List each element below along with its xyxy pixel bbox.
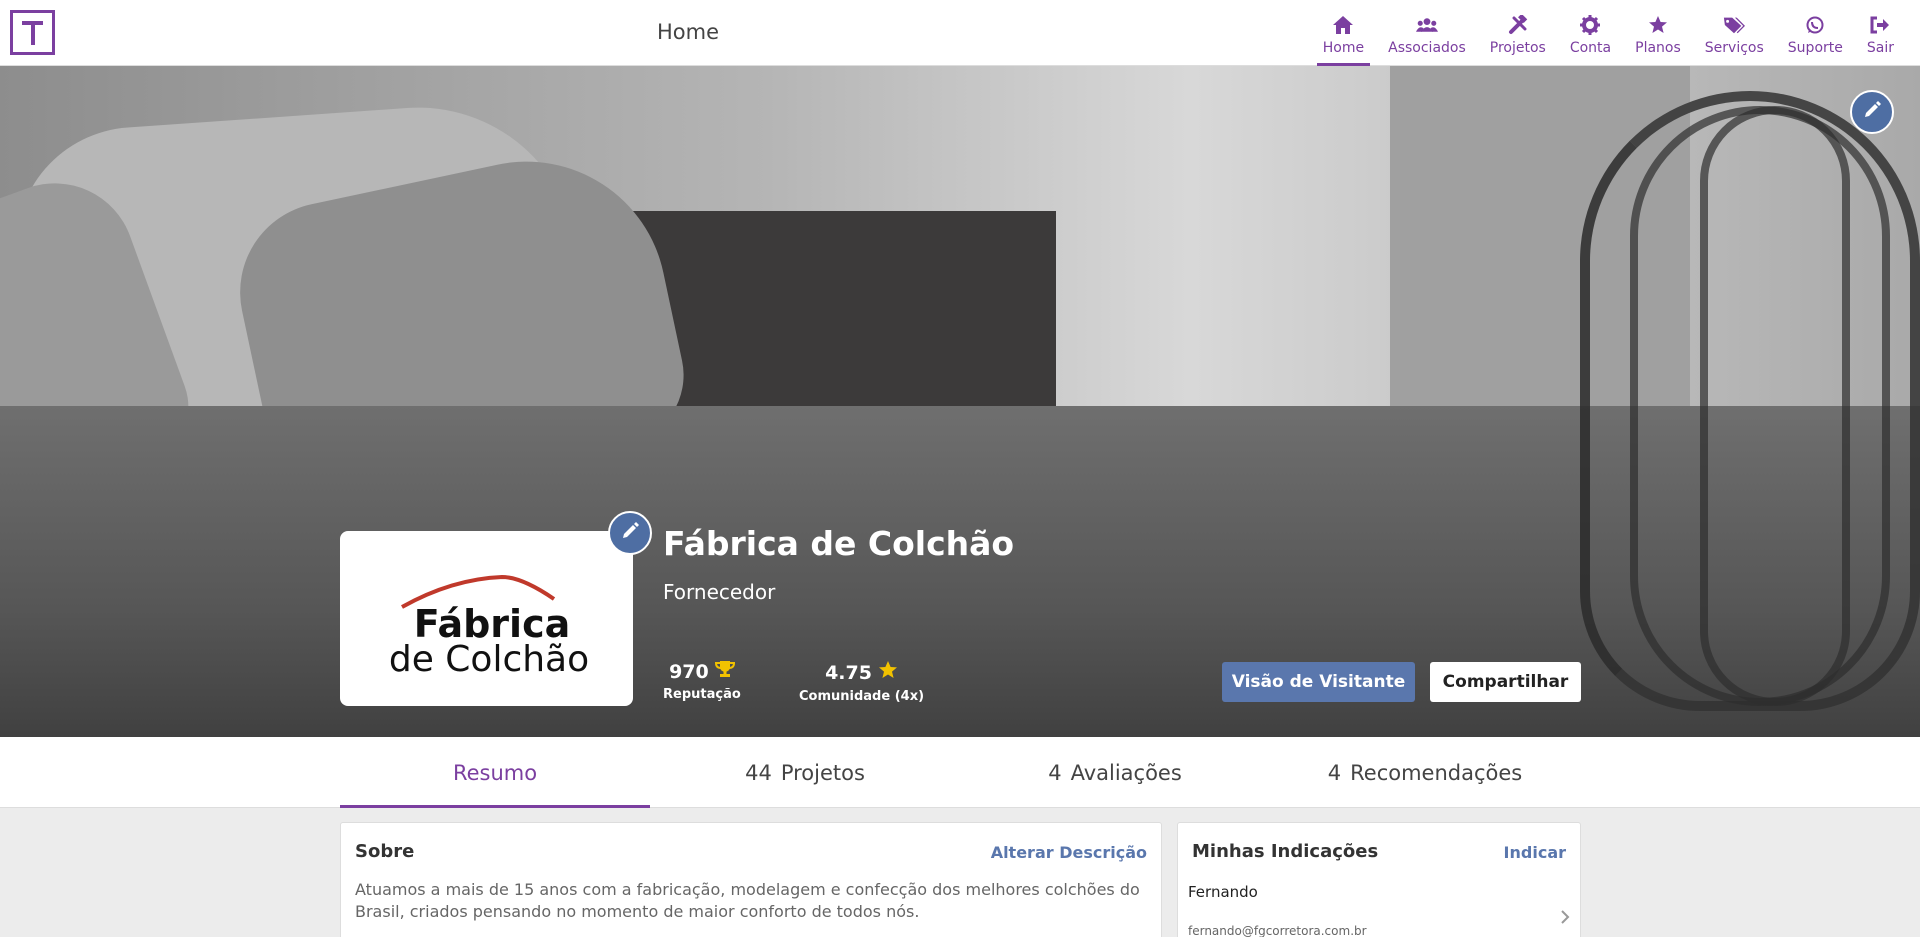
edit-logo-button[interactable] <box>608 511 652 555</box>
app-logo[interactable] <box>10 10 55 55</box>
tab-label: Recomendações <box>1350 760 1523 785</box>
gear-icon <box>1579 14 1601 36</box>
nav-label: Associados <box>1388 40 1466 56</box>
nav-associados[interactable]: Associados <box>1376 0 1478 66</box>
tab-count: 44 <box>745 760 772 785</box>
community-label: Comunidade (4x) <box>799 689 925 704</box>
tags-icon <box>1723 14 1746 36</box>
company-type: Fornecedor <box>663 580 776 604</box>
whatsapp-icon <box>1804 14 1826 36</box>
tab-count: 4 <box>1327 760 1342 785</box>
indication-item[interactable]: Fernando fernando@fgcorretora.com.br <box>1188 877 1572 937</box>
users-icon <box>1415 14 1438 36</box>
tab-recomendacoes[interactable]: 4 Recomendações <box>1270 737 1580 808</box>
logo-text-line2: de Colchão <box>388 639 588 679</box>
reputation-label: Reputação <box>663 687 741 702</box>
nav-label: Suporte <box>1787 40 1843 56</box>
about-title: Sobre <box>355 841 415 862</box>
tab-label: Avaliações <box>1070 760 1182 785</box>
nav-suporte[interactable]: Suporte <box>1776 0 1855 66</box>
nav-label: Projetos <box>1489 40 1546 56</box>
page-title: Home <box>657 20 720 44</box>
nav-planos[interactable]: Planos <box>1623 0 1693 66</box>
tools-icon <box>1507 14 1529 36</box>
nav-label: Serviços <box>1704 40 1764 56</box>
about-card: Sobre Alterar Descrição Atuamos a mais d… <box>340 822 1162 937</box>
pencil-icon <box>1863 101 1881 123</box>
main-nav: Home Associados Projetos Conta Planos Se… <box>1311 0 1906 66</box>
sign-out-icon <box>1869 14 1891 36</box>
community-value: 4.75 <box>825 661 872 684</box>
tab-count: 4 <box>1048 760 1062 785</box>
reputation-stat: 970 Reputação <box>663 660 741 703</box>
nav-label: Conta <box>1569 40 1612 56</box>
nav-home[interactable]: Home <box>1311 0 1376 66</box>
home-icon <box>1332 14 1354 36</box>
nav-label: Sair <box>1866 40 1894 56</box>
indication-email: fernando@fgcorretora.com.br <box>1188 924 1367 937</box>
visitor-view-button[interactable]: Visão de Visitante <box>1222 662 1415 702</box>
trophy-icon <box>714 660 735 683</box>
profile-tabs-bar: Resumo 44 Projetos 4 Avaliações 4 Recome… <box>0 737 1920 808</box>
tab-resumo[interactable]: Resumo <box>340 737 650 808</box>
indications-title: Minhas Indicações <box>1192 841 1379 862</box>
nav-label: Home <box>1322 40 1365 56</box>
profile-tabs: Resumo 44 Projetos 4 Avaliações 4 Recome… <box>340 737 1580 808</box>
nav-servicos[interactable]: Serviços <box>1693 0 1776 66</box>
nav-projetos[interactable]: Projetos <box>1478 0 1558 66</box>
nav-sair[interactable]: Sair <box>1855 0 1906 66</box>
star-icon <box>878 660 898 685</box>
indication-name: Fernando <box>1188 883 1258 901</box>
company-logo: Fábrica de Colchão <box>340 531 633 706</box>
edit-cover-button[interactable] <box>1850 90 1894 134</box>
nav-conta[interactable]: Conta <box>1558 0 1623 66</box>
reputation-value: 970 <box>669 660 709 683</box>
tab-projetos[interactable]: 44 Projetos <box>650 737 960 808</box>
cover-image <box>0 66 1920 737</box>
star-icon <box>1647 14 1669 36</box>
top-navbar: Home Home Associados Projetos Conta Plan… <box>0 0 1920 66</box>
indications-card: Minhas Indicações Indicar Fernando ferna… <box>1177 822 1581 937</box>
tab-label: Projetos <box>780 760 865 785</box>
nav-label: Planos <box>1635 40 1681 56</box>
chevron-right-icon <box>1560 909 1570 928</box>
pencil-icon <box>621 522 639 544</box>
edit-description-link[interactable]: Alterar Descrição <box>991 843 1147 862</box>
indicate-link[interactable]: Indicar <box>1504 843 1566 862</box>
community-stat: 4.75 Comunidade (4x) <box>799 660 924 704</box>
about-text: Atuamos a mais de 15 anos com a fabricaç… <box>355 880 1140 921</box>
share-button[interactable]: Compartilhar <box>1430 662 1581 702</box>
company-name: Fábrica de Colchão <box>663 524 1015 563</box>
tab-avaliacoes[interactable]: 4 Avaliações <box>960 737 1270 808</box>
tab-label: Resumo <box>452 760 538 785</box>
